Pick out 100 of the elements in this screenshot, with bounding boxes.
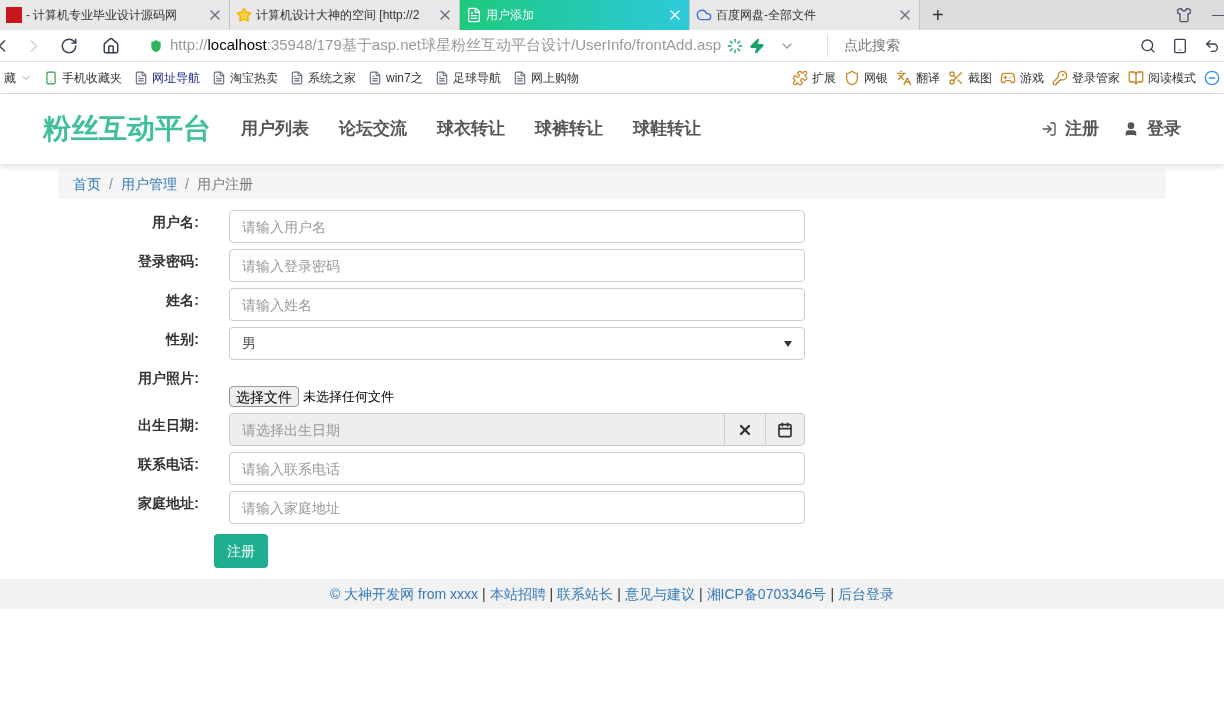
input-field[interactable]: 请输入姓名 bbox=[229, 288, 805, 321]
browser-tab[interactable]: - 计算机专业毕业设计源码网 bbox=[0, 0, 230, 30]
field-label: 姓名: bbox=[165, 291, 199, 310]
select-value: 男 bbox=[242, 334, 256, 353]
bookmark-link[interactable]: win7之 bbox=[386, 68, 423, 87]
address-field[interactable]: http://localhost:35948/179基于asp.net球星粉丝互动平台设计/UserInfo/frontAdd.asp bbox=[148, 34, 828, 57]
key-icon bbox=[1052, 69, 1068, 86]
puzzle-icon bbox=[792, 69, 808, 86]
bookmark-link[interactable]: 淘宝热卖 bbox=[230, 68, 278, 87]
toolbar-item[interactable]: 扩展 bbox=[812, 68, 836, 87]
footer-link[interactable]: 联系站长 bbox=[557, 583, 614, 605]
clear-button[interactable] bbox=[725, 413, 765, 446]
nav-link[interactable]: 球衣转让 bbox=[437, 116, 505, 142]
breadcrumb-item: 用户注册 bbox=[196, 174, 253, 194]
search-icon[interactable] bbox=[1140, 37, 1156, 54]
new-tab-button[interactable]: + bbox=[920, 0, 956, 30]
cloud-icon bbox=[696, 7, 712, 23]
lightning-icon bbox=[749, 37, 766, 54]
bookmark-link[interactable]: 手机收藏夹 bbox=[62, 68, 122, 87]
toolbar-item[interactable]: 游戏 bbox=[1020, 68, 1044, 87]
toolbar-item[interactable]: 阅读模式 bbox=[1148, 68, 1196, 87]
page-icon bbox=[368, 70, 382, 85]
page-icon bbox=[134, 70, 148, 85]
page-icon bbox=[434, 70, 449, 85]
undo-icon[interactable] bbox=[1204, 37, 1220, 54]
footer-link[interactable]: 意见与建议 bbox=[624, 583, 695, 605]
input-field[interactable]: 请输入登录密码 bbox=[229, 249, 805, 282]
star-icon bbox=[236, 7, 252, 23]
phone-icon bbox=[44, 70, 58, 85]
page-icon bbox=[466, 7, 482, 23]
field-label: 登录密码: bbox=[137, 252, 199, 271]
field-label: 出生日期: bbox=[137, 416, 199, 435]
tab-title: 计算机设计大神的空间 [http://2 bbox=[256, 7, 421, 24]
user-icon bbox=[1123, 121, 1139, 137]
nav-link[interactable]: 球裤转让 bbox=[535, 116, 603, 142]
search-field[interactable]: 点此搜索 bbox=[844, 35, 1140, 56]
toolbar-item[interactable]: 翻译 bbox=[916, 68, 940, 87]
choose-file-button[interactable]: 选择文件 bbox=[229, 386, 299, 407]
select-field[interactable]: 男 bbox=[229, 327, 805, 360]
shield-icon bbox=[844, 69, 860, 86]
input-field[interactable]: 请输入联系电话 bbox=[229, 452, 805, 485]
translate-icon bbox=[896, 69, 912, 86]
shirt-icon[interactable] bbox=[1176, 7, 1192, 23]
breadcrumb-item[interactable]: 首页 bbox=[73, 173, 101, 195]
copyright-text: © 大神开发网 from xxxx bbox=[330, 584, 478, 604]
shield-icon bbox=[148, 37, 164, 54]
reload-icon[interactable] bbox=[60, 36, 78, 55]
spinner-icon bbox=[727, 37, 744, 54]
bookmark-link[interactable]: 藏 bbox=[4, 68, 16, 87]
page-icon bbox=[512, 70, 527, 85]
dropdown-icon bbox=[784, 340, 792, 347]
scissors-icon bbox=[948, 69, 964, 86]
login-link[interactable]: 登录 bbox=[1123, 116, 1181, 142]
bookmark-link[interactable]: 足球导航 bbox=[452, 68, 501, 87]
input-field[interactable]: 请输入用户名 bbox=[229, 210, 805, 243]
date-field[interactable]: 请选择出生日期 bbox=[229, 413, 725, 446]
register-link[interactable]: 注册 bbox=[1041, 116, 1099, 142]
footer-separator: | bbox=[698, 584, 703, 604]
footer-link[interactable]: 湘ICP备0703346号 bbox=[706, 583, 827, 605]
breadcrumb-separator: / bbox=[184, 174, 189, 194]
field-label: 用户照片: bbox=[137, 369, 199, 388]
footer-separator: | bbox=[830, 584, 834, 604]
toolbar-item[interactable]: 截图 bbox=[968, 68, 992, 87]
footer-link[interactable]: 本站招聘 bbox=[489, 583, 546, 605]
footer-link[interactable]: 后台登录 bbox=[838, 583, 894, 605]
sign-in-icon bbox=[1041, 121, 1057, 137]
tab-title: 用户添加 bbox=[486, 7, 535, 24]
footer-separator: | bbox=[481, 584, 486, 604]
page-icon bbox=[212, 70, 226, 85]
browser-tab[interactable]: 计算机设计大神的空间 [http://2 bbox=[230, 0, 460, 30]
tab-title: - 计算机专业毕业设计源码网 bbox=[26, 7, 179, 24]
bookmark-link[interactable]: 系统之家 bbox=[308, 68, 356, 87]
tab-title: 百度网盘-全部文件 bbox=[716, 7, 817, 24]
calendar-button[interactable] bbox=[765, 413, 805, 446]
minus-icon[interactable] bbox=[1204, 69, 1220, 86]
toolbar-item[interactable]: 网银 bbox=[864, 68, 888, 87]
nav-link[interactable]: 球鞋转让 bbox=[633, 116, 701, 142]
file-status: 未选择任何文件 bbox=[303, 387, 394, 406]
home-icon[interactable] bbox=[102, 36, 120, 55]
nav-link[interactable]: 论坛交流 bbox=[339, 116, 407, 142]
page-icon bbox=[290, 70, 304, 85]
toolbar-item[interactable]: 登录管家 bbox=[1072, 68, 1120, 87]
field-label: 用户名: bbox=[151, 213, 199, 232]
breadcrumb-separator: / bbox=[109, 174, 113, 194]
calendar-icon bbox=[777, 421, 793, 438]
footer-separator: | bbox=[549, 584, 554, 604]
browser-tab[interactable]: 百度网盘-全部文件 bbox=[690, 0, 920, 30]
tablet-icon[interactable] bbox=[1172, 37, 1188, 54]
bookmark-link[interactable]: 网址导航 bbox=[152, 68, 200, 87]
breadcrumb-item[interactable]: 用户管理 bbox=[120, 173, 177, 195]
field-label: 家庭地址: bbox=[137, 494, 199, 513]
minimize-icon[interactable] bbox=[1212, 14, 1224, 16]
field-label: 性别: bbox=[164, 330, 199, 349]
field-label: 联系电话: bbox=[136, 455, 199, 474]
bookmark-link[interactable]: 网上购物 bbox=[530, 68, 579, 87]
url-text: http://localhost:35948/179基于asp.net球星粉丝互动平台设计/UserInfo/frontAdd.asp bbox=[170, 35, 722, 56]
book-icon bbox=[1128, 69, 1144, 86]
input-field[interactable]: 请输入家庭地址 bbox=[229, 491, 805, 524]
footer-separator: | bbox=[617, 584, 621, 604]
nav-link[interactable]: 用户列表 bbox=[241, 116, 309, 142]
